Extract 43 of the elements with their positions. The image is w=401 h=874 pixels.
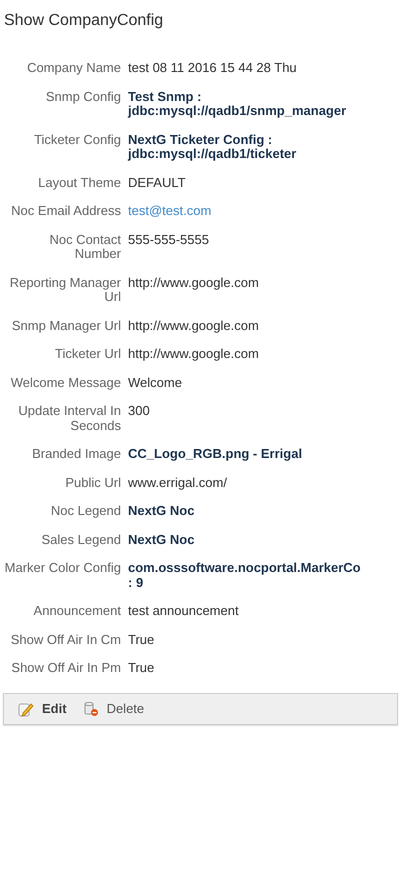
- field-label: Public Url: [64, 476, 121, 490]
- email-link[interactable]: test@test.com: [128, 204, 368, 218]
- field-label: Layout Theme: [37, 176, 121, 190]
- field-value: test announcement: [128, 604, 240, 618]
- field-label: Show Off Air In Cm: [10, 632, 121, 647]
- edit-button[interactable]: Edit: [18, 700, 73, 716]
- field-label: Snmp Config: [44, 90, 121, 106]
- field-label: Show Off Air In Pm: [10, 661, 121, 676]
- field-label: Ticketer Config: [33, 132, 121, 149]
- field-value: True: [128, 661, 156, 676]
- reference-link[interactable]: NextG Ticketer Config : jdbc:mysql://qadb1/ticketer: [128, 132, 368, 162]
- reference-link[interactable]: NextG Noc: [128, 532, 368, 547]
- field-label: Reporting Manager Url: [8, 276, 121, 304]
- field-value: 300: [128, 404, 151, 420]
- delete-button[interactable]: Delete: [82, 700, 150, 716]
- field-label: Sales Legend: [40, 532, 121, 547]
- field-label: Noc Contact Number: [48, 232, 121, 262]
- field-value: http://www.google.com: [128, 276, 260, 292]
- field-label: Branded Image: [31, 447, 121, 462]
- page-title: Show CompanyConfig: [4, 11, 164, 31]
- field-label: Marker Color Config: [4, 561, 121, 577]
- reference-link[interactable]: CC_Logo_RGB.png - Errigal: [128, 447, 368, 462]
- field-label: Company Name: [26, 61, 121, 76]
- field-value: http://www.google.com: [128, 347, 260, 362]
- field-value: Welcome: [128, 376, 183, 390]
- field-value: test 08 11 2016 15 44 28 Thu: [128, 61, 298, 76]
- field-value: True: [128, 632, 156, 647]
- field-value: www.errigal.com/: [128, 476, 228, 490]
- field-label: Update Interval In Seconds: [17, 404, 121, 433]
- pencil-icon: [18, 700, 34, 716]
- field-label: Noc Email Address: [10, 204, 121, 218]
- reference-link[interactable]: com.osssoftware.nocportal.MarkerCo : 9: [128, 561, 368, 590]
- database-delete-icon: [82, 700, 99, 716]
- reference-link[interactable]: Test Snmp : jdbc:mysql://qadb1/snmp_manager: [128, 90, 368, 118]
- field-value: http://www.google.com: [128, 318, 260, 333]
- field-label: Noc Legend: [50, 504, 121, 518]
- field-label: Ticketer Url: [54, 347, 121, 362]
- field-value: 555-555-5555: [128, 232, 210, 248]
- field-label: Announcement: [32, 604, 121, 618]
- field-label: Welcome Message: [10, 376, 121, 390]
- field-value: DEFAULT: [128, 176, 187, 190]
- reference-link[interactable]: NextG Noc: [128, 504, 368, 518]
- field-label: Snmp Manager Url: [10, 318, 121, 333]
